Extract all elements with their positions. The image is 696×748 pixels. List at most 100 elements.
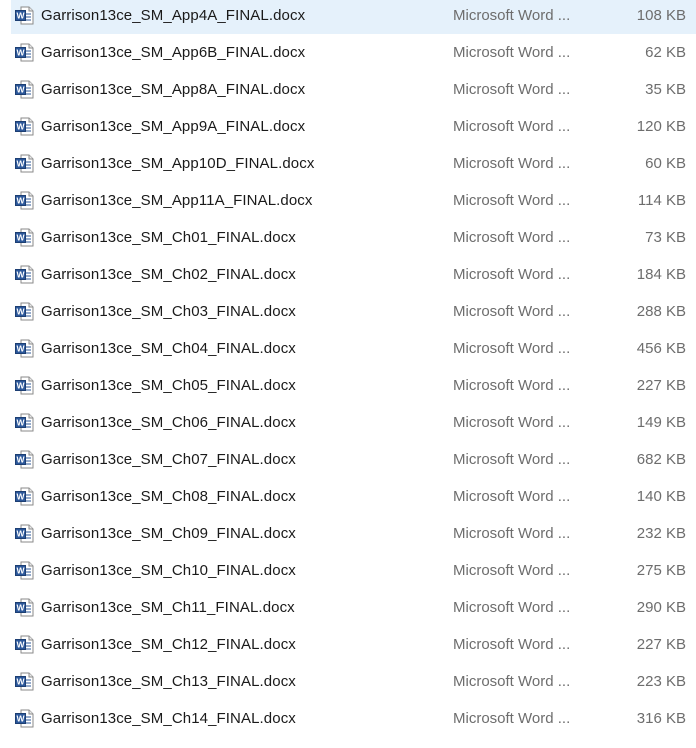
file-type: Microsoft Word ... bbox=[453, 562, 571, 579]
file-row-17[interactable]: W Garrison13ce_SM_Ch11_FINAL.docx Micros… bbox=[0, 589, 696, 626]
file-type: Microsoft Word ... bbox=[453, 44, 571, 61]
file-name: Garrison13ce_SM_Ch07_FINAL.docx bbox=[41, 451, 296, 468]
word-document-icon: W bbox=[15, 80, 34, 99]
file-type: Microsoft Word ... bbox=[453, 377, 571, 394]
file-row-15[interactable]: W Garrison13ce_SM_Ch09_FINAL.docx Micros… bbox=[0, 515, 696, 552]
svg-text:W: W bbox=[16, 714, 25, 724]
file-name: Garrison13ce_SM_Ch06_FINAL.docx bbox=[41, 414, 296, 431]
file-name: Garrison13ce_SM_Ch10_FINAL.docx bbox=[41, 562, 296, 579]
svg-text:W: W bbox=[16, 418, 25, 428]
file-name: Garrison13ce_SM_App9A_FINAL.docx bbox=[41, 118, 306, 135]
file-size: 275 KB bbox=[636, 562, 686, 579]
file-row-10[interactable]: W Garrison13ce_SM_Ch04_FINAL.docx Micros… bbox=[0, 330, 696, 367]
word-document-icon: W bbox=[15, 302, 34, 321]
word-document-icon: W bbox=[15, 339, 34, 358]
file-size: 60 KB bbox=[645, 155, 686, 172]
file-row-8[interactable]: W Garrison13ce_SM_Ch02_FINAL.docx Micros… bbox=[0, 256, 696, 293]
word-document-icon: W bbox=[15, 413, 34, 432]
file-type: Microsoft Word ... bbox=[453, 192, 571, 209]
svg-text:W: W bbox=[16, 307, 25, 317]
file-size: 35 KB bbox=[645, 81, 686, 98]
file-type: Microsoft Word ... bbox=[453, 488, 571, 505]
word-document-icon: W bbox=[15, 228, 34, 247]
file-name: Garrison13ce_SM_App10D_FINAL.docx bbox=[41, 155, 315, 172]
file-row-5[interactable]: W Garrison13ce_SM_App10D_FINAL.docx Micr… bbox=[0, 145, 696, 182]
svg-text:W: W bbox=[16, 566, 25, 576]
file-type: Microsoft Word ... bbox=[453, 118, 571, 135]
file-row-12[interactable]: W Garrison13ce_SM_Ch06_FINAL.docx Micros… bbox=[0, 404, 696, 441]
file-row-11[interactable]: W Garrison13ce_SM_Ch05_FINAL.docx Micros… bbox=[0, 367, 696, 404]
svg-text:W: W bbox=[16, 159, 25, 169]
file-type: Microsoft Word ... bbox=[453, 414, 571, 431]
file-size: 149 KB bbox=[636, 414, 686, 431]
svg-text:W: W bbox=[16, 455, 25, 465]
svg-text:W: W bbox=[16, 48, 25, 58]
file-size: 114 KB bbox=[637, 192, 686, 209]
file-size: 120 KB bbox=[636, 118, 686, 135]
file-row-9[interactable]: W Garrison13ce_SM_Ch03_FINAL.docx Micros… bbox=[0, 293, 696, 330]
file-name: Garrison13ce_SM_Ch13_FINAL.docx bbox=[41, 673, 296, 690]
file-size: 140 KB bbox=[636, 488, 686, 505]
file-name: Garrison13ce_SM_Ch12_FINAL.docx bbox=[41, 636, 296, 653]
file-type: Microsoft Word ... bbox=[453, 81, 571, 98]
file-name: Garrison13ce_SM_Ch08_FINAL.docx bbox=[41, 488, 296, 505]
file-row-19[interactable]: W Garrison13ce_SM_Ch13_FINAL.docx Micros… bbox=[0, 663, 696, 700]
file-name: Garrison13ce_SM_App11A_FINAL.docx bbox=[41, 192, 313, 209]
file-type: Microsoft Word ... bbox=[453, 303, 571, 320]
word-document-icon: W bbox=[15, 117, 34, 136]
svg-text:W: W bbox=[16, 529, 25, 539]
file-size: 227 KB bbox=[636, 377, 686, 394]
file-type: Microsoft Word ... bbox=[453, 673, 571, 690]
file-type: Microsoft Word ... bbox=[453, 7, 571, 24]
file-type: Microsoft Word ... bbox=[453, 340, 571, 357]
file-row-2[interactable]: W Garrison13ce_SM_App6B_FINAL.docx Micro… bbox=[0, 34, 696, 71]
svg-text:W: W bbox=[16, 85, 25, 95]
file-name: Garrison13ce_SM_Ch03_FINAL.docx bbox=[41, 303, 296, 320]
file-row-14[interactable]: W Garrison13ce_SM_Ch08_FINAL.docx Micros… bbox=[0, 478, 696, 515]
file-name: Garrison13ce_SM_Ch01_FINAL.docx bbox=[41, 229, 296, 246]
file-row-6[interactable]: W Garrison13ce_SM_App11A_FINAL.docx Micr… bbox=[0, 182, 696, 219]
file-name: Garrison13ce_SM_Ch14_FINAL.docx bbox=[41, 710, 296, 727]
file-type: Microsoft Word ... bbox=[453, 229, 571, 246]
file-type: Microsoft Word ... bbox=[453, 525, 571, 542]
file-row-4[interactable]: W Garrison13ce_SM_App9A_FINAL.docx Micro… bbox=[0, 108, 696, 145]
file-name: Garrison13ce_SM_App6B_FINAL.docx bbox=[41, 44, 306, 61]
file-size: 223 KB bbox=[636, 673, 686, 690]
word-document-icon: W bbox=[15, 672, 34, 691]
file-size: 227 KB bbox=[636, 636, 686, 653]
word-document-icon: W bbox=[15, 450, 34, 469]
file-row-13[interactable]: W Garrison13ce_SM_Ch07_FINAL.docx Micros… bbox=[0, 441, 696, 478]
file-size: 682 KB bbox=[636, 451, 686, 468]
file-row-20[interactable]: W Garrison13ce_SM_Ch14_FINAL.docx Micros… bbox=[0, 700, 696, 737]
svg-text:W: W bbox=[16, 122, 25, 132]
file-row-18[interactable]: W Garrison13ce_SM_Ch12_FINAL.docx Micros… bbox=[0, 626, 696, 663]
svg-text:W: W bbox=[16, 233, 25, 243]
word-document-icon: W bbox=[15, 6, 34, 25]
file-type: Microsoft Word ... bbox=[453, 451, 571, 468]
word-document-icon: W bbox=[15, 524, 34, 543]
svg-text:W: W bbox=[16, 603, 25, 613]
file-size: 456 KB bbox=[636, 340, 686, 357]
file-name: Garrison13ce_SM_App8A_FINAL.docx bbox=[41, 81, 306, 98]
file-size: 288 KB bbox=[636, 303, 686, 320]
svg-text:W: W bbox=[16, 640, 25, 650]
word-document-icon: W bbox=[15, 43, 34, 62]
file-type: Microsoft Word ... bbox=[453, 266, 571, 283]
file-type: Microsoft Word ... bbox=[453, 636, 571, 653]
file-row-1[interactable]: W Garrison13ce_SM_App4A_FINAL.docx Micro… bbox=[11, 0, 696, 34]
file-type: Microsoft Word ... bbox=[453, 710, 571, 727]
file-row-3[interactable]: W Garrison13ce_SM_App8A_FINAL.docx Micro… bbox=[0, 71, 696, 108]
file-name: Garrison13ce_SM_Ch11_FINAL.docx bbox=[41, 599, 295, 616]
file-row-7[interactable]: W Garrison13ce_SM_Ch01_FINAL.docx Micros… bbox=[0, 219, 696, 256]
file-type: Microsoft Word ... bbox=[453, 155, 571, 172]
svg-text:W: W bbox=[16, 344, 25, 354]
word-document-icon: W bbox=[15, 635, 34, 654]
file-size: 73 KB bbox=[645, 229, 686, 246]
file-row-16[interactable]: W Garrison13ce_SM_Ch10_FINAL.docx Micros… bbox=[0, 552, 696, 589]
word-document-icon: W bbox=[15, 709, 34, 728]
svg-text:W: W bbox=[16, 381, 25, 391]
file-size: 232 KB bbox=[636, 525, 686, 542]
word-document-icon: W bbox=[15, 561, 34, 580]
word-document-icon: W bbox=[15, 598, 34, 617]
file-name: Garrison13ce_SM_Ch02_FINAL.docx bbox=[41, 266, 296, 283]
